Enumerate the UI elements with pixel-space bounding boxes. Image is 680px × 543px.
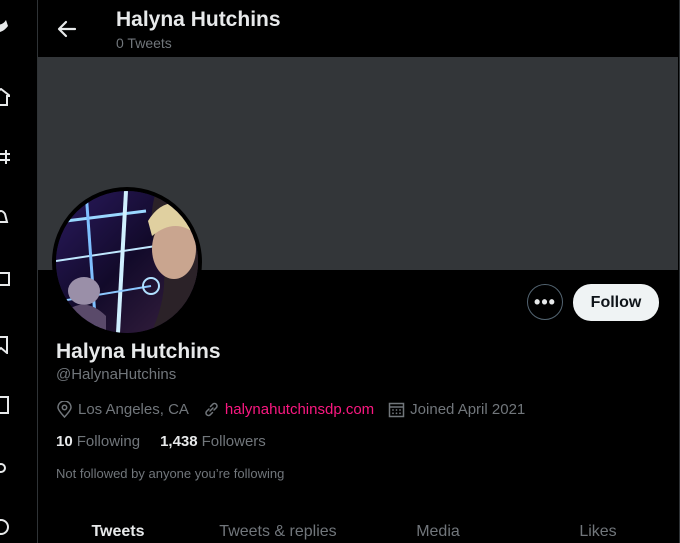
twitter-logo-icon[interactable]	[0, 18, 10, 36]
profile-name: Halyna Hutchins	[56, 340, 221, 363]
followed-by-note: Not followed by anyone you’re following	[56, 466, 285, 481]
profile-handle: @HalynaHutchins	[56, 366, 177, 383]
followers-link[interactable]: 1,438 Followers	[160, 433, 266, 450]
nav-rail	[0, 0, 38, 543]
explore-icon[interactable]	[0, 148, 10, 166]
bookmarks-icon[interactable]	[0, 336, 10, 354]
follow-button[interactable]: Follow	[573, 284, 659, 321]
tab-tweets-replies[interactable]: Tweets & replies	[198, 514, 358, 543]
back-arrow-icon	[57, 20, 77, 38]
link-icon	[205, 402, 218, 416]
location-pin-icon	[57, 400, 72, 418]
location-item: Los Angeles, CA	[56, 400, 189, 418]
profile-meta: Los Angeles, CA halynahutchinsdp.com Joi…	[56, 399, 539, 419]
following-label: Following	[76, 433, 141, 450]
joined-text: Joined April 2021	[410, 400, 526, 418]
tab-tweets[interactable]: Tweets	[38, 514, 198, 543]
more-options-button[interactable]: •••	[527, 284, 563, 320]
profile-tabs: Tweets Tweets & replies Media Likes	[38, 514, 678, 543]
followers-label: Followers	[201, 433, 266, 450]
back-button[interactable]	[54, 16, 80, 42]
notifications-icon[interactable]	[0, 208, 10, 226]
avatar-photo	[56, 191, 198, 333]
calendar-icon	[388, 402, 405, 417]
website-item: halynahutchinsdp.com	[203, 401, 374, 418]
followers-count: 1,438	[160, 433, 198, 450]
home-icon[interactable]	[0, 88, 10, 106]
joined-item: Joined April 2021	[388, 401, 525, 418]
tweet-count: 0 Tweets	[116, 35, 172, 51]
profile-header: Halyna Hutchins 0 Tweets	[38, 0, 678, 57]
avatar[interactable]	[52, 187, 202, 337]
tab-likes[interactable]: Likes	[518, 514, 678, 543]
profile-icon[interactable]	[0, 462, 10, 480]
profile-column: Halyna Hutchins 0 Tweets ••• Follow Haly…	[38, 0, 680, 543]
more-icon[interactable]	[0, 518, 10, 536]
lists-icon[interactable]	[0, 396, 10, 414]
messages-icon[interactable]	[0, 270, 10, 288]
tab-media[interactable]: Media	[358, 514, 518, 543]
follow-stats: 10 Following 1,438 Followers	[56, 433, 286, 450]
website-link[interactable]: halynahutchinsdp.com	[225, 401, 374, 418]
header-title: Halyna Hutchins	[116, 8, 281, 31]
location-text: Los Angeles, CA	[78, 400, 189, 418]
following-count: 10	[56, 433, 73, 450]
following-link[interactable]: 10 Following	[56, 433, 140, 450]
